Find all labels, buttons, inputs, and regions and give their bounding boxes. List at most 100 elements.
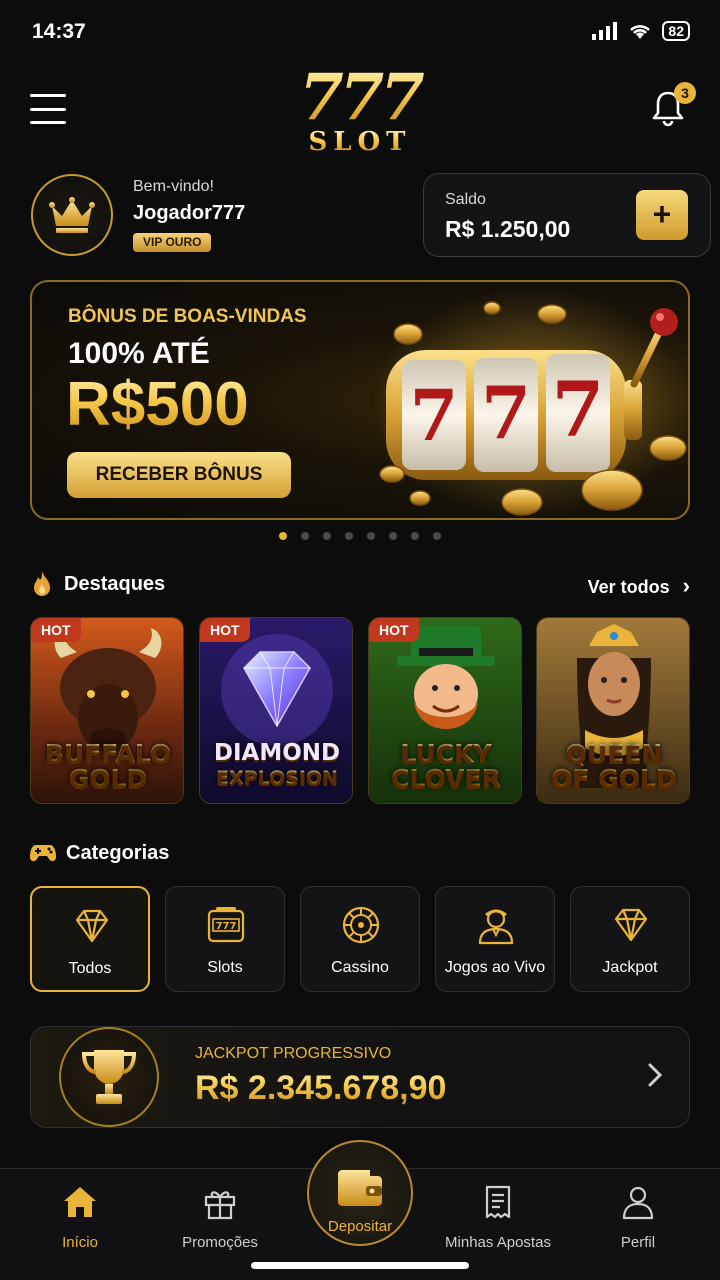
- slot-reel-symbol: 7: [410, 374, 459, 457]
- carousel-dot[interactable]: [301, 532, 309, 540]
- category-todos[interactable]: Todos: [30, 886, 150, 992]
- category-jogos-ao-vivo[interactable]: Jogos ao Vivo: [435, 886, 555, 992]
- claim-bonus-button[interactable]: RECEBER BÔNUS: [67, 452, 291, 498]
- deposit-label: Depositar: [327, 1218, 393, 1235]
- game-title: DIAMOND EXPLOSION: [200, 741, 352, 791]
- nav-label: Início: [62, 1234, 98, 1251]
- slot-machine-icon: 777: [207, 907, 245, 943]
- user-icon: [622, 1186, 654, 1220]
- featured-header: Destaques Ver todos ›: [30, 569, 690, 599]
- carousel-dot[interactable]: [323, 532, 331, 540]
- category-label: Todos: [68, 960, 112, 977]
- wallet-icon: [338, 1170, 382, 1206]
- username: Jogador777: [133, 202, 246, 224]
- carousel-dot[interactable]: [433, 532, 441, 540]
- signal-icon: [592, 22, 618, 40]
- slot-reel-symbol: 7: [481, 370, 531, 455]
- flame-icon: [34, 571, 50, 596]
- notification-badge: 3: [674, 82, 696, 104]
- see-all-link[interactable]: Ver todos ›: [588, 573, 690, 599]
- balance-value: R$ 1.250,00: [445, 216, 571, 242]
- balance-card: Saldo R$ 1.250,00 +: [423, 173, 711, 257]
- game-card-queen-of-gold[interactable]: QUEEN OF GOLD: [536, 617, 690, 804]
- notifications-button[interactable]: 3: [648, 82, 696, 128]
- see-all-label: Ver todos: [587, 577, 670, 597]
- game-card-buffalo-gold[interactable]: HOT BUFFALO GOLD: [30, 617, 184, 804]
- nav-minhas-apostas[interactable]: Minhas Apostas: [438, 1183, 558, 1251]
- svg-text:777: 777: [216, 921, 237, 932]
- vip-badge: VIP OURO: [133, 233, 212, 252]
- category-jackpot[interactable]: Jackpot: [570, 886, 690, 992]
- slot-machine-illustration: 7 7 7: [372, 288, 688, 518]
- app-header: 777 SLOT 3: [0, 64, 720, 164]
- battery-indicator: 82: [662, 21, 690, 41]
- carousel-dot[interactable]: [389, 532, 397, 540]
- category-cassino[interactable]: Cassino: [300, 886, 420, 992]
- category-label: Slots: [207, 959, 243, 976]
- nav-inicio[interactable]: Início: [20, 1183, 140, 1251]
- live-dealer-icon: [478, 909, 514, 945]
- featured-title: Destaques: [64, 572, 166, 595]
- nav-promocoes[interactable]: Promoções: [160, 1183, 280, 1251]
- carousel-dot[interactable]: [367, 532, 375, 540]
- banner-headline: 100% ATÉ: [68, 337, 210, 370]
- categories-title: Categorias: [66, 841, 170, 864]
- home-indicator: [251, 1262, 469, 1269]
- category-label: Jackpot: [602, 959, 658, 976]
- menu-button[interactable]: [30, 94, 66, 124]
- carousel-dots[interactable]: [0, 532, 720, 540]
- category-label: Jogos ao Vivo: [444, 959, 546, 976]
- receipt-icon: [485, 1185, 511, 1219]
- game-title-line: EXPLOSION: [200, 766, 352, 791]
- crown-icon: [49, 197, 95, 233]
- game-title: BUFFALO GOLD: [31, 739, 183, 793]
- nav-label: Promoções: [182, 1234, 258, 1251]
- gift-icon: [204, 1191, 236, 1220]
- game-title-line: OF GOLD: [551, 764, 677, 793]
- jackpot-value: R$ 2.345.678,90: [195, 1069, 447, 1107]
- menu-icon-bar: [30, 107, 66, 111]
- game-title-line: QUEEN: [565, 739, 663, 768]
- game-title-line: BUFFALO: [44, 739, 172, 768]
- game-title: QUEEN OF GOLD: [537, 739, 689, 793]
- hot-badge: HOT: [200, 618, 250, 642]
- welcome-text: Bem-vindo!: [133, 178, 214, 195]
- game-title-line: LUCKY: [400, 739, 492, 768]
- status-time: 14:37: [32, 20, 86, 43]
- banner-subtitle: BÔNUS DE BOAS-VINDAS: [68, 306, 307, 327]
- game-title: LUCKY CLOVER: [369, 739, 521, 793]
- menu-icon-bar: [30, 94, 66, 97]
- game-title-line: GOLD: [68, 764, 148, 793]
- app-logo: 777 SLOT: [280, 66, 440, 156]
- balance-label: Saldo: [445, 191, 486, 208]
- hot-badge: HOT: [31, 618, 81, 642]
- chevron-right-icon: [648, 1063, 663, 1087]
- trophy-badge: [59, 1027, 159, 1127]
- hot-badge: HOT: [369, 618, 419, 642]
- progressive-jackpot-card[interactable]: JACKPOT PROGRESSIVO R$ 2.345.678,90: [30, 1026, 690, 1128]
- carousel-dot[interactable]: [345, 532, 353, 540]
- menu-icon-bar: [30, 121, 66, 124]
- diamond-icon: [75, 909, 109, 943]
- game-title-line: CLOVER: [391, 764, 501, 793]
- roulette-icon: [342, 906, 380, 944]
- chevron-right-icon: ›: [682, 573, 690, 598]
- welcome-bonus-banner[interactable]: BÔNUS DE BOAS-VINDAS 100% ATÉ R$500 RECE…: [30, 280, 690, 520]
- add-funds-button[interactable]: +: [636, 190, 688, 240]
- vip-avatar[interactable]: [31, 174, 113, 256]
- nav-perfil[interactable]: Perfil: [578, 1183, 698, 1251]
- banner-amount: R$500: [66, 370, 249, 439]
- carousel-dot[interactable]: [411, 532, 419, 540]
- categories-header: Categorias: [30, 838, 690, 868]
- wifi-icon: [630, 25, 651, 39]
- category-slots[interactable]: 777 Slots: [165, 886, 285, 992]
- nav-label: Minhas Apostas: [445, 1234, 551, 1251]
- game-card-diamond-explosion[interactable]: HOT DIAMOND EXPLOSION: [199, 617, 353, 804]
- game-card-lucky-clover[interactable]: HOT LUCKY CLOVER: [368, 617, 522, 804]
- status-icons: 82: [592, 21, 690, 41]
- trophy-icon: [81, 1050, 137, 1104]
- logo-number: 777: [280, 66, 440, 130]
- jackpot-label: JACKPOT PROGRESSIVO: [195, 1045, 392, 1062]
- carousel-dot[interactable]: [279, 532, 287, 540]
- deposit-button[interactable]: Depositar: [307, 1140, 413, 1246]
